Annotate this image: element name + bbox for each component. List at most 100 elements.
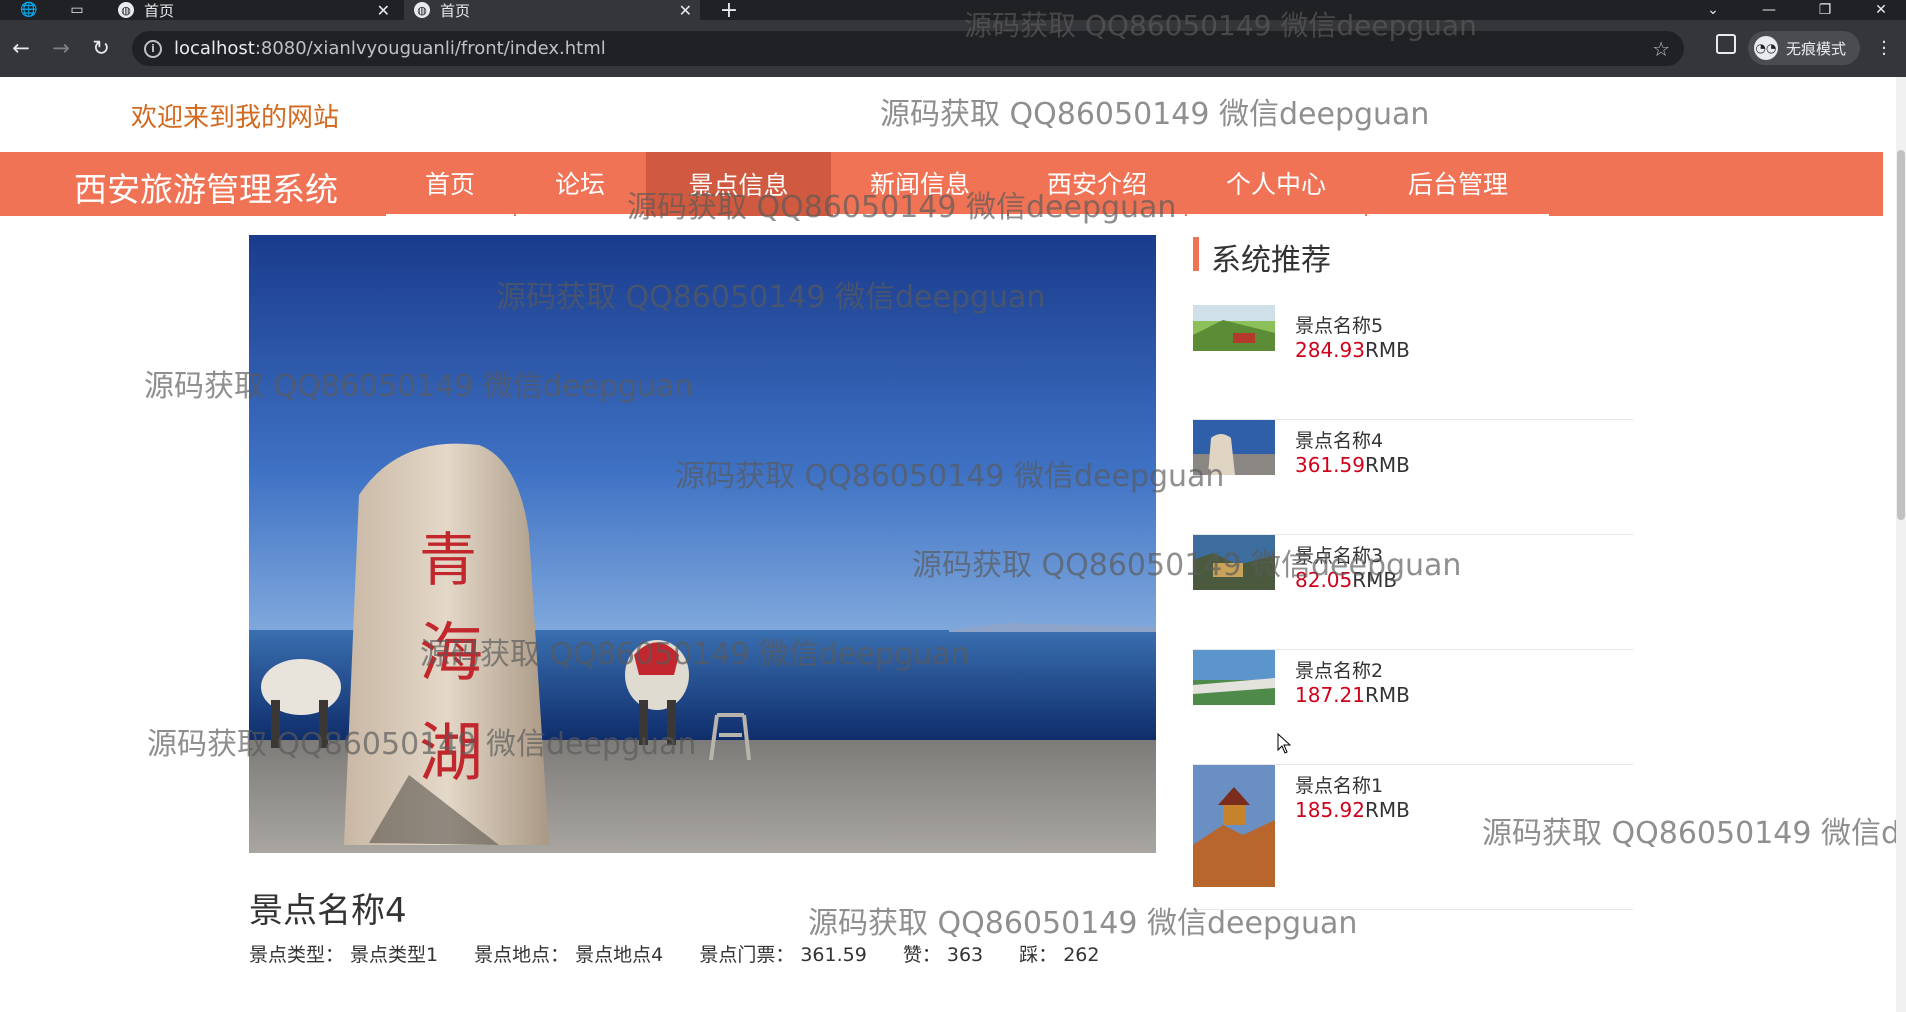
nav-item-home[interactable]: 首页 bbox=[386, 152, 514, 216]
screen: 🌐 ▭ ◍ 首页 ✕ ◍ 首页 ✕ + ⌄ — ❐ ✕ ← → ↻ i loca… bbox=[0, 0, 1906, 1012]
web-page: 欢迎来到我的网站 西安旅游管理系统 首页 论坛 景点信息 新闻信息 西安介绍 个… bbox=[0, 77, 1896, 1012]
reload-icon[interactable]: ↻ bbox=[86, 33, 116, 63]
site-title[interactable]: 西安旅游管理系统 bbox=[74, 163, 338, 211]
reading-list-icon[interactable] bbox=[1716, 34, 1736, 54]
recommend-currency: RMB bbox=[1364, 683, 1410, 707]
recommend-currency: RMB bbox=[1352, 568, 1398, 592]
browser-menu-icon[interactable]: · · · bbox=[1874, 34, 1894, 64]
recommend-thumbnail-image bbox=[1193, 305, 1275, 351]
svg-text:海: 海 bbox=[419, 617, 483, 691]
mouse-cursor-icon bbox=[1277, 732, 1292, 759]
recommend-thumbnail-image bbox=[1193, 650, 1275, 705]
browser-toolbar: ← → ↻ i localhost:8080/xianlvyouguanli/f… bbox=[0, 20, 1906, 77]
close-icon[interactable]: ✕ bbox=[679, 1, 692, 20]
location-label: 景点地点： bbox=[474, 944, 570, 966]
attraction-meta: 景点类型： 景点类型1 景点地点： 景点地点4 景点门票： 361.59 赞： 363 … bbox=[249, 940, 1105, 967]
tab-title: 首页 bbox=[144, 1, 175, 20]
type-label: 景点类型： bbox=[249, 944, 345, 966]
main-navigation: 西安旅游管理系统 首页 论坛 景点信息 新闻信息 西安介绍 个人中心 后台管理 bbox=[0, 152, 1883, 216]
page-scrollbar[interactable] bbox=[1896, 77, 1906, 1012]
recommend-name[interactable]: 景点名称3 bbox=[1295, 541, 1383, 568]
svg-text:青: 青 bbox=[419, 526, 477, 594]
recommend-heading: 系统推荐 bbox=[1193, 237, 1633, 278]
recommend-price: 284.93RMB bbox=[1295, 338, 1410, 362]
address-bar[interactable]: i localhost:8080/xianlvyouguanli/front/i… bbox=[132, 31, 1684, 66]
recommend-currency: RMB bbox=[1364, 338, 1410, 362]
recommend-thumbnail[interactable] bbox=[1193, 420, 1275, 475]
nav-item-attractions[interactable]: 景点信息 bbox=[646, 152, 831, 216]
type-value: 景点类型1 bbox=[350, 944, 439, 966]
url-path: :8080/xianlvyouguanli/front/index.html bbox=[254, 38, 606, 59]
tab-group-icon[interactable]: ▭ bbox=[62, 0, 92, 20]
tab-title: 首页 bbox=[440, 1, 471, 20]
recommend-name[interactable]: 景点名称2 bbox=[1295, 656, 1383, 683]
forward-arrow-icon[interactable]: → bbox=[46, 33, 76, 63]
price-value: 361.59 bbox=[800, 944, 867, 966]
dislikes-value: 262 bbox=[1063, 944, 1100, 966]
window-close-icon[interactable]: ✕ bbox=[1858, 0, 1904, 20]
back-arrow-icon[interactable]: ← bbox=[6, 33, 36, 63]
nav-item-admin[interactable]: 后台管理 bbox=[1367, 152, 1549, 216]
recommend-item[interactable]: 景点名称1 185.92RMB bbox=[1193, 765, 1633, 910]
minimize-icon[interactable]: — bbox=[1746, 0, 1792, 20]
browser-tab-active[interactable]: ◍ 首页 ✕ bbox=[404, 0, 700, 20]
attraction-photo-image: 青 海 湖 bbox=[249, 235, 1156, 853]
browser-tab[interactable]: ◍ 首页 ✕ bbox=[108, 0, 398, 20]
globe-icon[interactable]: 🌐 bbox=[14, 0, 44, 20]
recommend-item[interactable]: 景点名称5 284.93RMB bbox=[1193, 305, 1633, 420]
incognito-icon: ◔◔ bbox=[1754, 36, 1778, 60]
recommend-price-value: 82.05 bbox=[1295, 568, 1353, 592]
svg-text:湖: 湖 bbox=[419, 717, 483, 791]
scrollbar-thumb[interactable] bbox=[1897, 150, 1905, 520]
likes-label[interactable]: 赞： bbox=[903, 944, 941, 966]
url-host: localhost bbox=[174, 38, 255, 59]
nav-item-xian-intro[interactable]: 西安介绍 bbox=[1009, 152, 1185, 216]
recommend-name[interactable]: 景点名称1 bbox=[1295, 771, 1383, 798]
info-icon[interactable]: i bbox=[144, 39, 162, 58]
recommend-price-value: 185.92 bbox=[1295, 798, 1365, 822]
bookmark-star-icon[interactable]: ☆ bbox=[1652, 37, 1670, 61]
url-text[interactable]: localhost:8080/xianlvyouguanli/front/ind… bbox=[174, 38, 606, 59]
recommend-thumbnail-image bbox=[1193, 535, 1275, 590]
recommend-price: 185.92RMB bbox=[1295, 798, 1410, 822]
new-tab-plus-icon[interactable]: + bbox=[714, 0, 744, 23]
recommend-price-value: 284.93 bbox=[1295, 338, 1365, 362]
nav-item-forum[interactable]: 论坛 bbox=[516, 152, 644, 216]
likes-value: 363 bbox=[946, 944, 984, 966]
recommend-currency: RMB bbox=[1364, 798, 1410, 822]
recommend-thumbnail[interactable] bbox=[1193, 305, 1275, 351]
nav-item-user-center[interactable]: 个人中心 bbox=[1187, 152, 1365, 216]
recommend-thumbnail-image bbox=[1193, 420, 1275, 475]
location-value: 景点地点4 bbox=[575, 944, 664, 966]
watermark: 源码获取 QQ86050149 微信deepguan bbox=[880, 97, 1430, 132]
recommend-price-value: 361.59 bbox=[1295, 453, 1365, 477]
close-icon[interactable]: ✕ bbox=[377, 1, 390, 20]
restore-icon[interactable]: ❐ bbox=[1802, 0, 1848, 20]
recommend-price: 187.21RMB bbox=[1295, 683, 1410, 707]
recommend-item[interactable]: 景点名称2 187.21RMB bbox=[1193, 650, 1633, 765]
recommend-heading-text: 系统推荐 bbox=[1211, 243, 1331, 278]
recommend-thumbnail-image bbox=[1193, 765, 1275, 887]
recommend-thumbnail[interactable] bbox=[1193, 535, 1275, 590]
recommend-price: 82.05RMB bbox=[1295, 568, 1397, 592]
recommend-thumbnail[interactable] bbox=[1193, 765, 1275, 887]
incognito-indicator[interactable]: ◔◔ 无痕模式 bbox=[1748, 31, 1861, 65]
price-label: 景点门票： bbox=[699, 944, 795, 966]
recommend-price: 361.59RMB bbox=[1295, 453, 1410, 477]
globe-icon: ◍ bbox=[118, 2, 134, 18]
dislikes-label[interactable]: 踩： bbox=[1019, 944, 1057, 966]
welcome-text: 欢迎来到我的网站 bbox=[131, 103, 340, 133]
attraction-title: 景点名称4 bbox=[249, 891, 407, 931]
incognito-label: 无痕模式 bbox=[1786, 39, 1847, 58]
globe-icon: ◍ bbox=[414, 2, 430, 18]
nav-item-news[interactable]: 新闻信息 bbox=[833, 152, 1007, 216]
recommend-currency: RMB bbox=[1364, 453, 1410, 477]
browser-tab-strip: 🌐 ▭ ◍ 首页 ✕ ◍ 首页 ✕ + ⌄ — ❐ ✕ bbox=[0, 0, 1906, 23]
recommend-name[interactable]: 景点名称4 bbox=[1295, 426, 1383, 453]
tab-search-chevron-icon[interactable]: ⌄ bbox=[1690, 0, 1736, 20]
recommend-thumbnail[interactable] bbox=[1193, 650, 1275, 705]
recommend-item[interactable]: 景点名称4 361.59RMB bbox=[1193, 420, 1633, 535]
recommend-name[interactable]: 景点名称5 bbox=[1295, 311, 1383, 338]
recommend-item[interactable]: 景点名称3 82.05RMB bbox=[1193, 535, 1633, 650]
attraction-photo[interactable]: 青 海 湖 bbox=[249, 235, 1156, 853]
